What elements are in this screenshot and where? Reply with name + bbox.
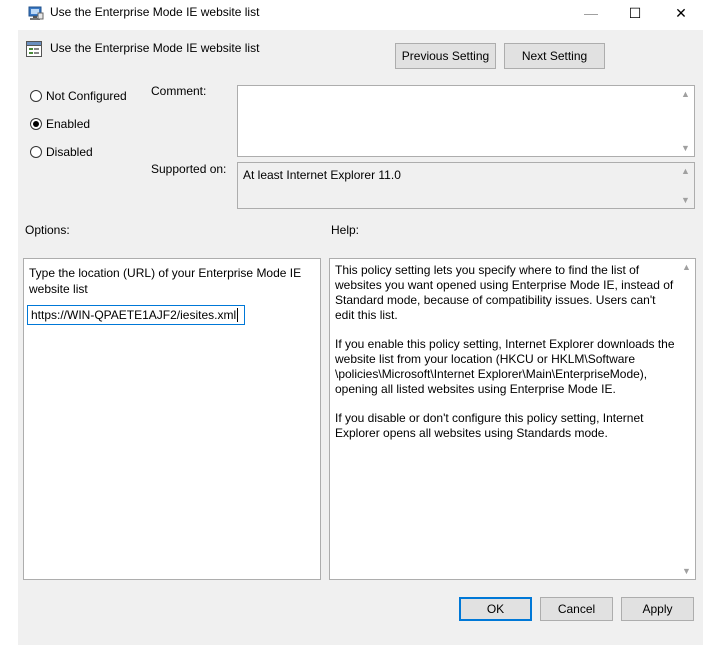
cancel-button[interactable]: Cancel — [540, 597, 613, 621]
maximize-button[interactable]: ☐ — [612, 0, 658, 26]
disabled-radio[interactable]: Disabled — [30, 145, 93, 159]
comment-label: Comment: — [151, 84, 207, 98]
radio-indicator — [30, 146, 42, 158]
radio-label: Enabled — [46, 117, 91, 131]
help-label: Help: — [331, 223, 360, 237]
help-paragraph: If you disable or don't configure this p… — [335, 411, 644, 440]
radio-label: Not Configured — [46, 89, 127, 103]
help-paragraph: This policy setting lets you specify whe… — [335, 263, 674, 322]
url-input[interactable]: https://WIN-QPAETE1AJF2/iesites.xml — [27, 305, 245, 325]
options-label: Options: — [25, 223, 70, 237]
help-scrollbar[interactable]: ▲ ▼ — [679, 259, 695, 579]
text-caret — [237, 308, 239, 322]
title-bar[interactable]: Use the Enterprise Mode IE website list … — [0, 0, 703, 26]
comment-textarea[interactable]: ▲ ▼ — [237, 85, 695, 157]
options-pane: Type the location (URL) of your Enterpri… — [23, 258, 321, 580]
scroll-down-icon[interactable]: ▼ — [681, 143, 690, 153]
scroll-up-icon[interactable]: ▲ — [681, 89, 690, 99]
help-text: This policy setting lets you specify whe… — [335, 263, 677, 455]
radio-indicator — [30, 118, 42, 130]
next-setting-button[interactable]: Next Setting — [504, 43, 605, 69]
radio-label: Disabled — [46, 145, 93, 159]
supported-on-field: At least Internet Explorer 11.0 ▲ ▼ — [237, 162, 695, 209]
scroll-up-icon[interactable]: ▲ — [681, 166, 690, 176]
window-title: Use the Enterprise Mode IE website list — [50, 5, 260, 19]
supported-scrollbar[interactable]: ▲ ▼ — [678, 163, 694, 208]
policy-setting-icon — [26, 41, 42, 57]
supported-on-value: At least Internet Explorer 11.0 — [243, 168, 401, 182]
url-input-value: https://WIN-QPAETE1AJF2/iesites.xml — [31, 308, 237, 322]
ok-button[interactable]: OK — [459, 597, 532, 621]
supported-on-label: Supported on: — [151, 162, 227, 176]
apply-button[interactable]: Apply — [621, 597, 694, 621]
setting-name: Use the Enterprise Mode IE website list — [50, 41, 260, 55]
scroll-down-icon[interactable]: ▼ — [682, 566, 691, 576]
help-pane: This policy setting lets you specify whe… — [329, 258, 696, 580]
comment-scrollbar[interactable]: ▲ ▼ — [678, 86, 694, 156]
comment-text — [238, 86, 694, 92]
url-field-label: Type the location (URL) of your Enterpri… — [29, 266, 302, 296]
previous-setting-button[interactable]: Previous Setting — [395, 43, 496, 69]
enabled-radio[interactable]: Enabled — [30, 117, 90, 131]
scroll-down-icon[interactable]: ▼ — [681, 195, 690, 205]
radio-indicator — [30, 90, 42, 102]
scroll-up-icon[interactable]: ▲ — [682, 262, 691, 272]
not-configured-radio[interactable]: Not Configured — [30, 89, 127, 103]
minimize-button[interactable]: — — [568, 0, 614, 26]
help-paragraph: If you enable this policy setting, Inter… — [335, 337, 675, 396]
close-button[interactable]: ✕ — [658, 0, 703, 26]
group-policy-icon — [28, 6, 44, 20]
